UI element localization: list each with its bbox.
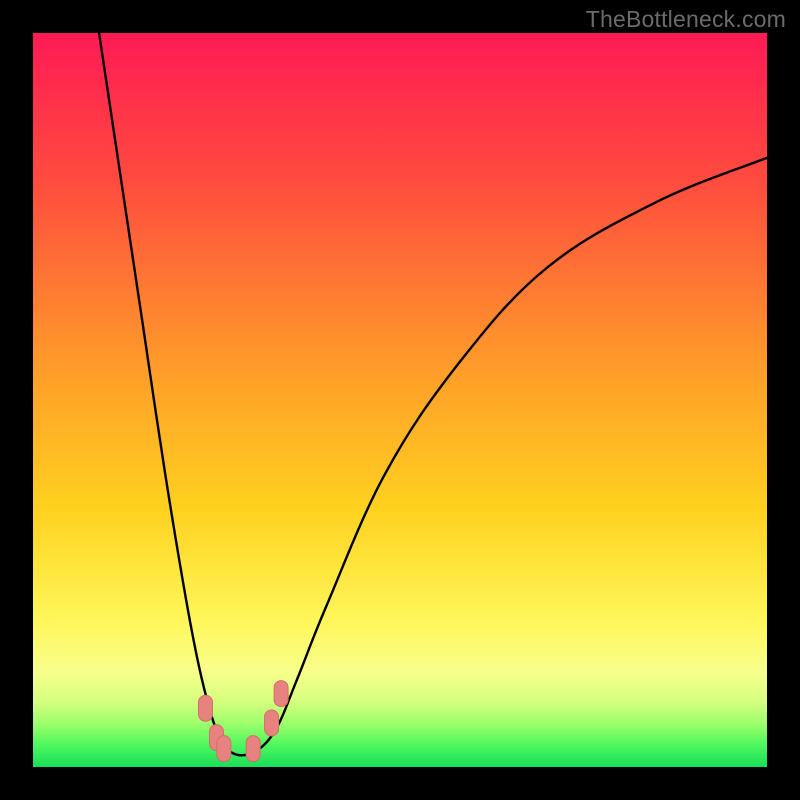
curve-marker [246, 736, 260, 762]
plot-area [33, 33, 767, 767]
curve-marker [217, 736, 231, 762]
curve-marker [274, 681, 288, 707]
curve-marker [198, 695, 212, 721]
curve-marker [265, 710, 279, 736]
attribution-label: TheBottleneck.com [586, 6, 786, 33]
bottleneck-curve [99, 33, 767, 755]
chart-frame: TheBottleneck.com [0, 0, 800, 800]
curve-markers [198, 681, 288, 762]
curve-layer [33, 33, 767, 767]
